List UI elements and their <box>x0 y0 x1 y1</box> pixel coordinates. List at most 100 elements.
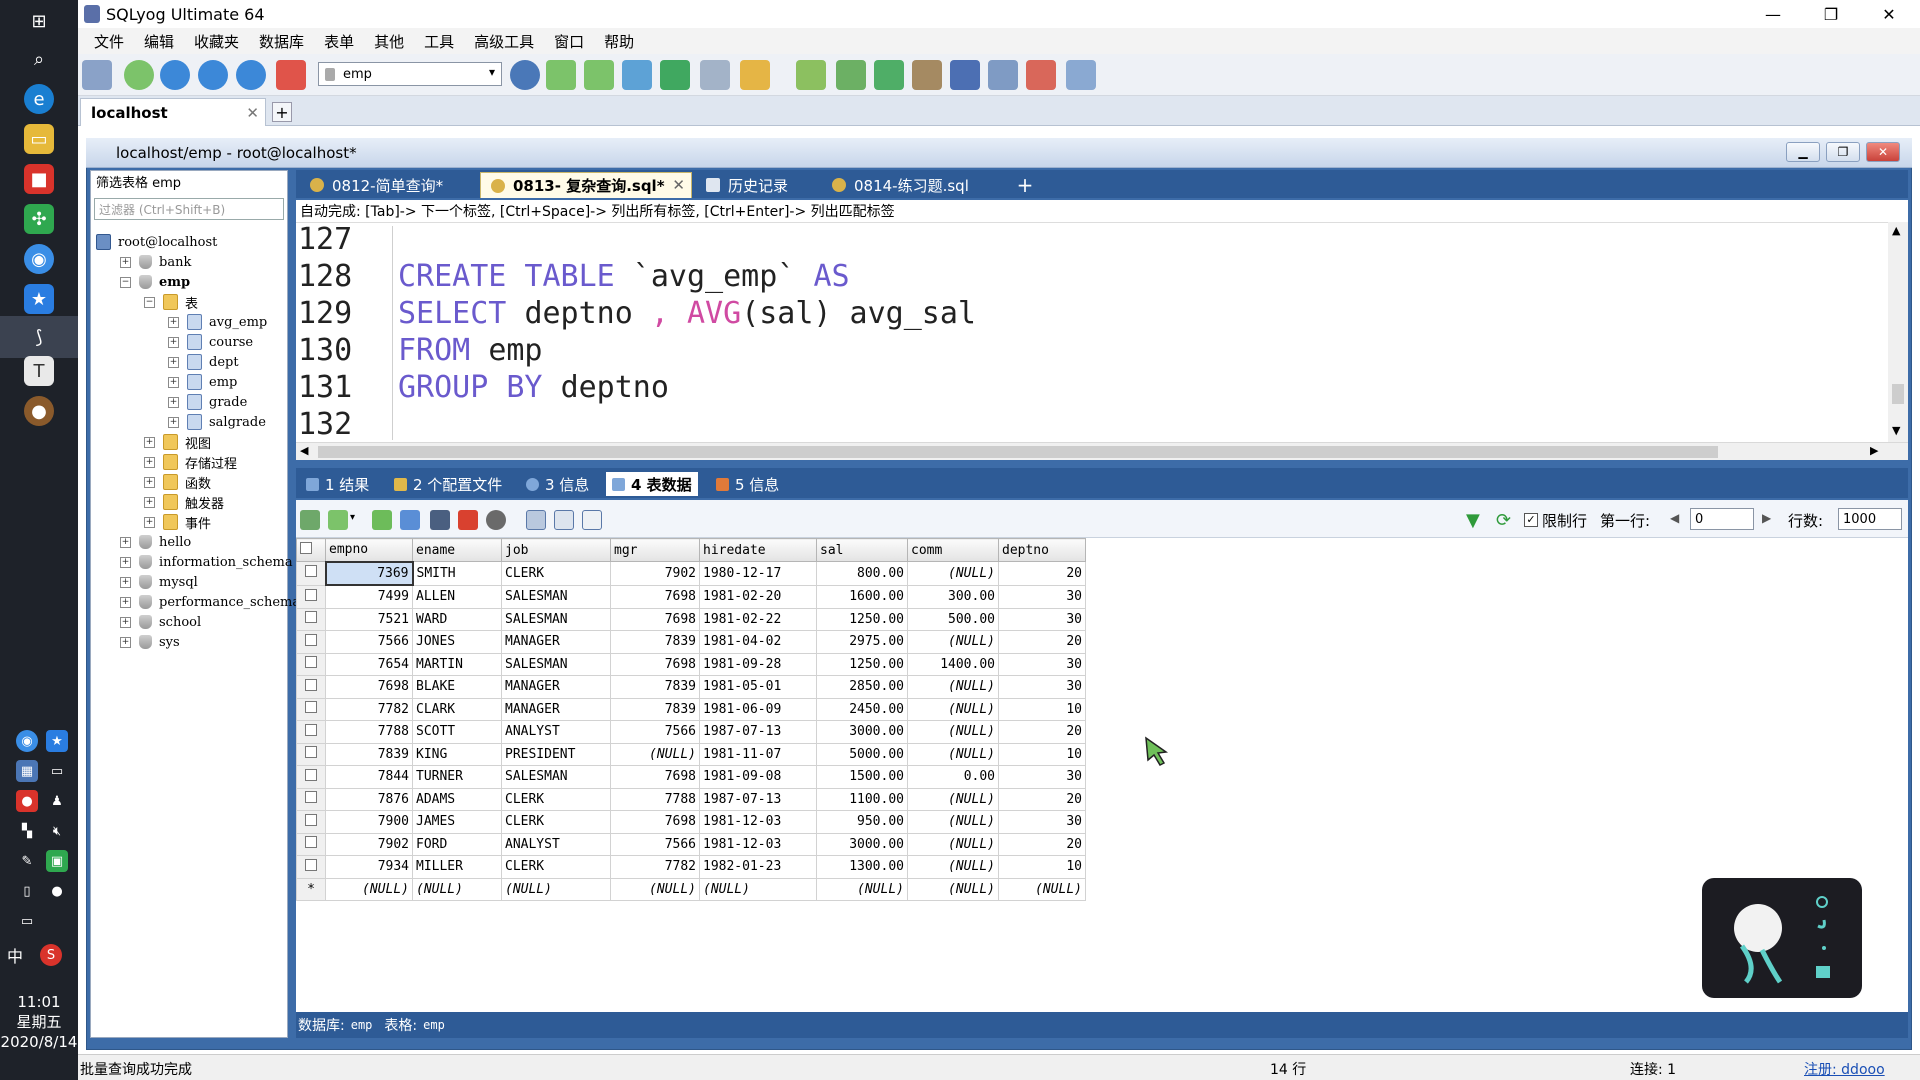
menu-advanced-tools[interactable]: 高级工具 <box>464 31 544 52</box>
expand-icon[interactable]: + <box>144 436 155 448</box>
table-row[interactable]: 7844 TURNER SALESMAN 7698 1981-09-08 1500.00 0… <box>296 765 1086 789</box>
cell-sal[interactable]: 1600.00 <box>816 584 908 609</box>
grid-view-icon[interactable] <box>526 510 546 530</box>
cell-comm[interactable]: 300.00 <box>907 584 999 609</box>
app-brown-icon[interactable]: ● <box>24 396 54 426</box>
cell-ename[interactable]: KING <box>412 742 502 766</box>
execute-query-icon[interactable] <box>160 60 190 90</box>
cell-sal[interactable]: 2850.00 <box>816 675 908 699</box>
tray-bookmark-icon[interactable]: ▚ <box>16 820 38 842</box>
user-manager-icon[interactable] <box>510 60 540 90</box>
cell-comm[interactable]: (NULL) <box>907 877 999 901</box>
row-checkbox[interactable] <box>305 723 317 736</box>
cell-ename[interactable]: BLAKE <box>412 675 502 699</box>
cell-hiredate[interactable]: 1981-02-20 <box>699 584 817 609</box>
row-select-cell[interactable] <box>296 855 326 879</box>
row-checkbox[interactable] <box>305 858 317 871</box>
cell-deptno[interactable]: 30 <box>998 607 1086 631</box>
cell-deptno[interactable]: 10 <box>998 855 1086 879</box>
cell-comm[interactable]: (NULL) <box>907 720 999 744</box>
cell-empno[interactable]: 7654 <box>325 652 413 676</box>
row-checkbox[interactable] <box>305 836 317 849</box>
tree-item[interactable]: + grade <box>168 392 247 412</box>
cell-mgr[interactable]: 7698 <box>610 810 700 834</box>
menu-window[interactable]: 窗口 <box>544 31 594 52</box>
cell-empno[interactable]: 7369 <box>324 560 414 586</box>
row-count-input[interactable]: 1000 <box>1838 508 1902 530</box>
menu-favorites[interactable]: 收藏夹 <box>184 31 249 52</box>
cell-job[interactable]: CLERK <box>501 855 611 879</box>
cell-deptno[interactable]: 10 <box>998 742 1086 766</box>
tree-item[interactable]: + course <box>168 332 253 352</box>
tray-star-icon[interactable]: ★ <box>46 730 68 752</box>
cell-empno[interactable]: 7521 <box>325 607 413 631</box>
cell-comm[interactable]: (NULL) <box>907 561 999 586</box>
cell-ename[interactable]: MARTIN <box>412 652 502 676</box>
cell-deptno[interactable]: 20 <box>998 630 1086 654</box>
new-row[interactable]: * (NULL) (NULL) (NULL) (NULL) (NULL) (NULL) (NU… <box>296 877 1086 901</box>
create-database-icon[interactable] <box>546 60 576 90</box>
row-select-cell[interactable] <box>296 765 326 789</box>
table-row[interactable]: 7654 MARTIN SALESMAN 7698 1981-09-28 1250.00 1… <box>296 652 1086 676</box>
row-select-cell[interactable] <box>296 652 326 676</box>
cell-hiredate[interactable]: 1981-02-22 <box>699 607 817 631</box>
row-checkbox[interactable] <box>305 633 317 646</box>
expand-icon[interactable]: + <box>168 396 179 408</box>
expand-icon[interactable]: + <box>168 336 179 348</box>
cell-mgr[interactable]: 7788 <box>610 787 700 811</box>
code-line[interactable]: 128 CREATE TABLE `avg_emp` AS <box>298 259 850 295</box>
new-tab-button[interactable]: + <box>1012 172 1038 198</box>
tree-item[interactable]: + sys <box>120 632 180 652</box>
cell-ename[interactable]: JONES <box>412 630 502 654</box>
cell-job[interactable]: (NULL) <box>501 877 611 901</box>
tray-red-icon[interactable]: ● <box>16 790 38 812</box>
tab-result[interactable]: 1 结果 <box>300 472 375 496</box>
row-checkbox[interactable] <box>305 768 317 781</box>
tree-item[interactable]: + school <box>120 612 201 632</box>
first-row-input[interactable]: 0 <box>1690 508 1754 530</box>
cell-ename[interactable]: ADAMS <box>412 787 502 811</box>
tree-item[interactable]: + 函数 <box>144 472 211 492</box>
cell-comm[interactable]: 500.00 <box>907 607 999 631</box>
filter-icon[interactable]: ▼ <box>1466 510 1486 531</box>
cell-sal[interactable]: 3000.00 <box>816 720 908 744</box>
cell-empno[interactable]: 7876 <box>325 787 413 811</box>
table-row[interactable]: 7698 BLAKE MANAGER 7839 1981-05-01 2850.00 (NU… <box>296 675 1086 699</box>
cell-empno[interactable]: 7934 <box>325 855 413 879</box>
expand-icon[interactable]: + <box>120 636 131 648</box>
restore-icon[interactable] <box>836 60 866 90</box>
new-query-icon[interactable] <box>124 60 154 90</box>
column-header-comm[interactable]: comm <box>907 538 999 562</box>
cell-ename[interactable]: FORD <box>412 832 502 856</box>
cell-ename[interactable]: TURNER <box>412 765 502 789</box>
tree-item[interactable]: + bank <box>120 252 191 272</box>
cell-sal[interactable]: 2450.00 <box>816 697 908 721</box>
tray-app-icon[interactable]: ▦ <box>16 760 38 782</box>
cell-ename[interactable]: (NULL) <box>412 877 502 901</box>
cell-comm[interactable]: 0.00 <box>907 765 999 789</box>
limit-rows-toggle[interactable]: ✓ 限制行 <box>1524 510 1587 530</box>
cell-ename[interactable]: CLARK <box>412 697 502 721</box>
cell-sal[interactable]: 3000.00 <box>816 832 908 856</box>
cell-sal[interactable]: 1250.00 <box>816 652 908 676</box>
row-select-cell[interactable] <box>296 561 326 586</box>
stop-query-icon[interactable] <box>276 60 306 90</box>
close-tab-icon[interactable]: ✕ <box>672 176 685 194</box>
cell-empno[interactable]: (NULL) <box>325 877 413 901</box>
mdi-close-button[interactable]: ✕ <box>1866 142 1900 162</box>
cell-mgr[interactable]: 7698 <box>610 652 700 676</box>
cell-empno[interactable]: 7844 <box>325 765 413 789</box>
mdi-minimize-button[interactable]: ▁ <box>1786 142 1820 162</box>
tab-info[interactable]: 5 信息 <box>710 472 785 496</box>
cell-sal[interactable]: 800.00 <box>816 561 908 586</box>
row-select-cell[interactable] <box>296 697 326 721</box>
menu-table[interactable]: 表单 <box>314 31 364 52</box>
tray-nvidia-icon[interactable]: ▣ <box>46 850 68 872</box>
cell-mgr[interactable]: 7839 <box>610 697 700 721</box>
cell-sal[interactable]: 1100.00 <box>816 787 908 811</box>
cell-job[interactable]: ANALYST <box>501 832 611 856</box>
row-checkbox[interactable] <box>305 701 317 714</box>
row-select-cell[interactable] <box>296 720 326 744</box>
schema-icon[interactable] <box>740 60 770 90</box>
cell-job[interactable]: SALESMAN <box>501 584 611 609</box>
